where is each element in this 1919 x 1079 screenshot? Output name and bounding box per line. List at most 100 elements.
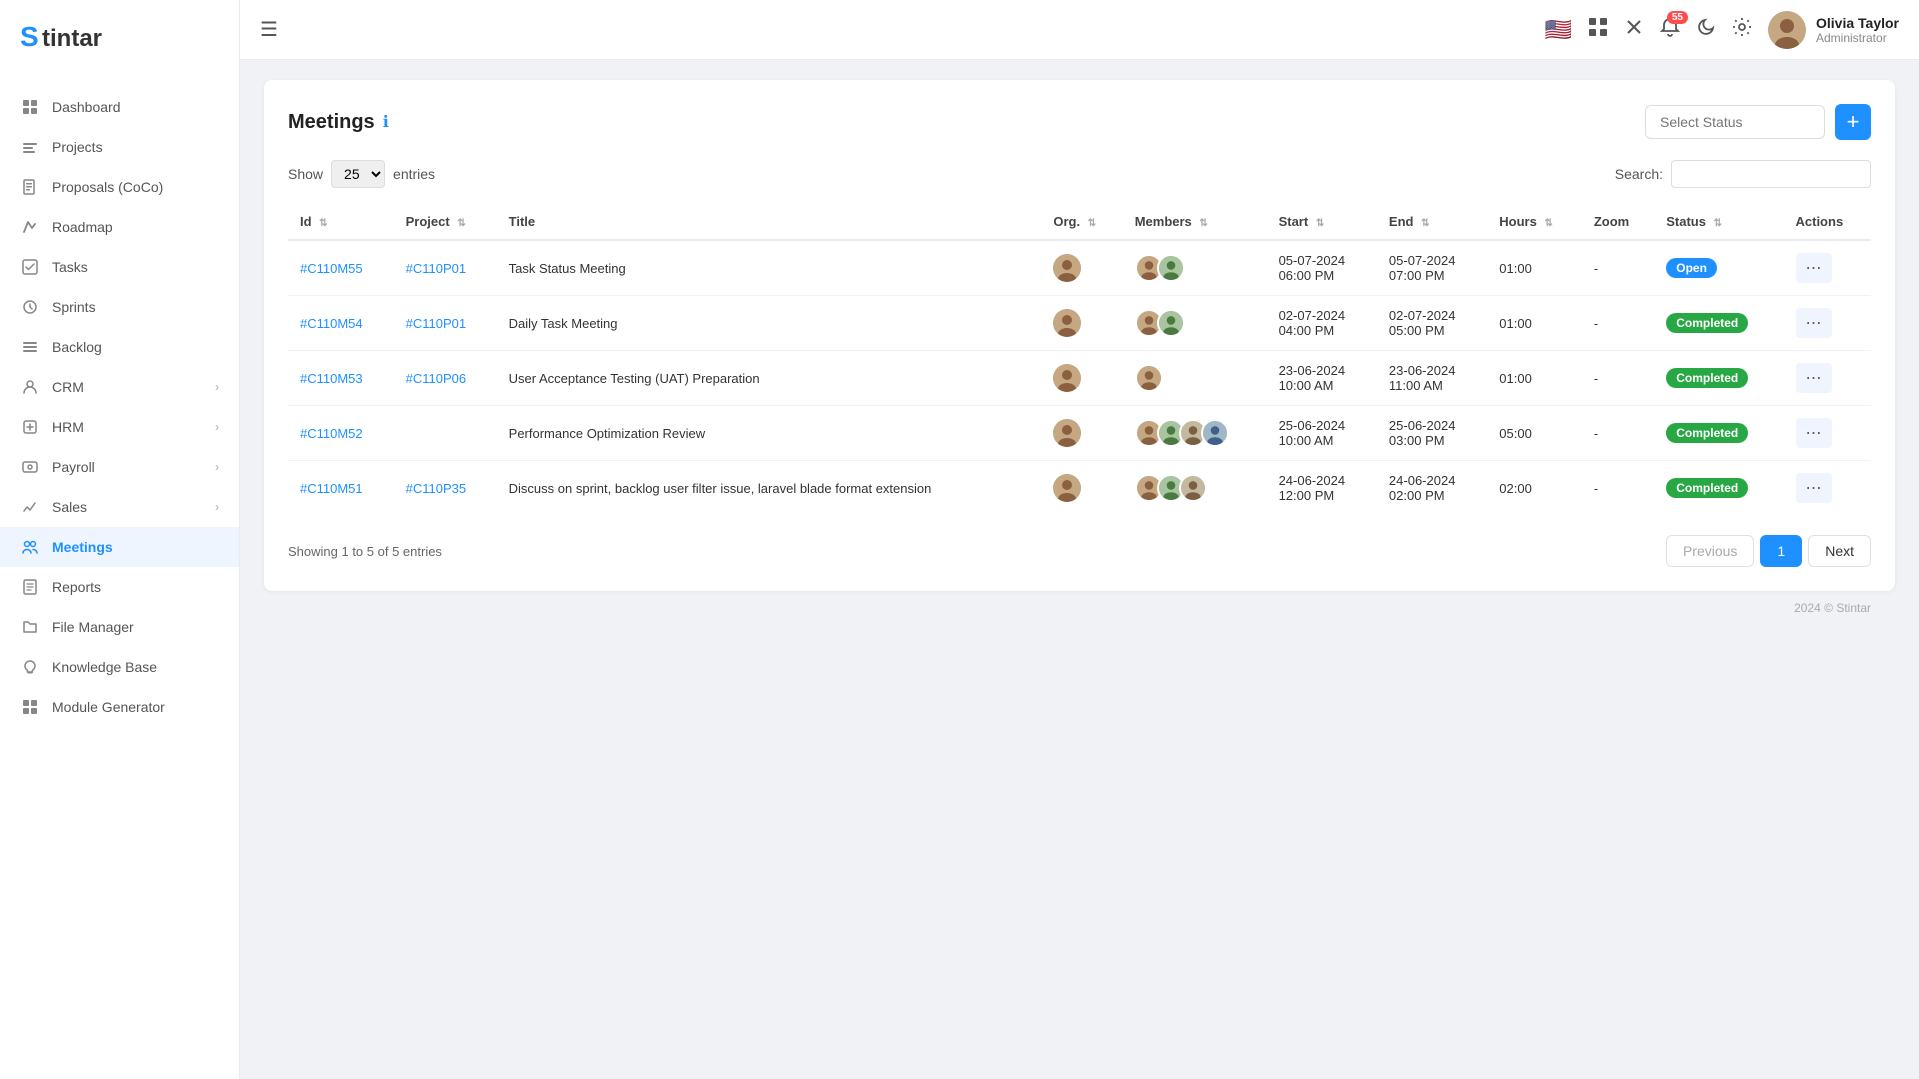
- sidebar-item-dashboard[interactable]: Dashboard: [0, 87, 239, 127]
- col-start[interactable]: Start ⇅: [1267, 204, 1377, 240]
- col-title: Title: [497, 204, 1042, 240]
- sidebar-item-knowledge-base[interactable]: Knowledge Base: [0, 647, 239, 687]
- meeting-id-link[interactable]: #C110M55: [300, 261, 363, 276]
- sidebar-item-file-manager[interactable]: File Manager: [0, 607, 239, 647]
- status-badge: Completed: [1654, 406, 1783, 461]
- project-link[interactable]: #C110P06: [406, 371, 466, 386]
- sidebar-item-hrm[interactable]: HRM ›: [0, 407, 239, 447]
- actions-cell: ⋯: [1784, 296, 1872, 351]
- table-row: #C110M51#C110P35Discuss on sprint, backl…: [288, 461, 1871, 516]
- meeting-id-link[interactable]: #C110M52: [300, 426, 363, 441]
- sidebar-item-roadmap[interactable]: Roadmap: [0, 207, 239, 247]
- project-link[interactable]: #C110P01: [406, 316, 466, 331]
- logo[interactable]: S tintar: [0, 0, 239, 79]
- actions-cell: ⋯: [1784, 461, 1872, 516]
- sidebar-item-projects[interactable]: Projects: [0, 127, 239, 167]
- actions-cell: ⋯: [1784, 240, 1872, 296]
- sidebar-item-label: Knowledge Base: [52, 659, 157, 675]
- chevron-right-icon: ›: [215, 500, 219, 514]
- status-badge: Completed: [1654, 461, 1783, 516]
- col-id[interactable]: Id ⇅: [288, 204, 394, 240]
- info-icon[interactable]: ℹ: [383, 112, 389, 132]
- sidebar-item-backlog[interactable]: Backlog: [0, 327, 239, 367]
- hours: 02:00: [1487, 461, 1582, 516]
- meeting-id-link[interactable]: #C110M53: [300, 371, 363, 386]
- row-action-button[interactable]: ⋯: [1796, 418, 1832, 448]
- sidebar: S tintar Dashboard Projects Proposals (C…: [0, 0, 240, 1079]
- search-input[interactable]: [1671, 160, 1871, 188]
- row-action-button[interactable]: ⋯: [1796, 308, 1832, 338]
- col-hours[interactable]: Hours ⇅: [1487, 204, 1582, 240]
- row-action-button[interactable]: ⋯: [1796, 363, 1832, 393]
- col-members[interactable]: Members ⇅: [1123, 204, 1267, 240]
- user-profile[interactable]: Olivia Taylor Administrator: [1768, 11, 1899, 49]
- row-action-button[interactable]: ⋯: [1796, 473, 1832, 503]
- actions-cell: ⋯: [1784, 351, 1872, 406]
- col-status[interactable]: Status ⇅: [1654, 204, 1783, 240]
- meetings-card: Meetings ℹ + Show 25 10 50 entrie: [264, 80, 1895, 591]
- sidebar-item-crm[interactable]: CRM ›: [0, 367, 239, 407]
- hours: 05:00: [1487, 406, 1582, 461]
- zoom: -: [1582, 461, 1654, 516]
- sidebar-item-label: CRM: [52, 379, 84, 395]
- meeting-title: Task Status Meeting: [497, 240, 1042, 296]
- sort-icon: ⇅: [457, 218, 465, 229]
- reports-icon: [20, 577, 40, 597]
- sidebar-item-module-generator[interactable]: Module Generator: [0, 687, 239, 727]
- settings-icon[interactable]: [1732, 17, 1752, 42]
- start-datetime: 02-07-202404:00 PM: [1267, 296, 1377, 351]
- actions-cell: ⋯: [1784, 406, 1872, 461]
- header-right: 🇺🇸 55 Olivia Taylor: [1545, 11, 1899, 49]
- main-content: ☰ 🇺🇸 55: [240, 0, 1919, 1079]
- sidebar-item-tasks[interactable]: Tasks: [0, 247, 239, 287]
- apps-icon[interactable]: [1588, 17, 1608, 42]
- user-name: Olivia Taylor: [1816, 15, 1899, 31]
- col-project[interactable]: Project ⇅: [394, 204, 497, 240]
- sidebar-item-sales[interactable]: Sales ›: [0, 487, 239, 527]
- hours: 01:00: [1487, 296, 1582, 351]
- entries-select[interactable]: 25 10 50: [331, 160, 385, 188]
- header-left: ☰: [260, 17, 278, 42]
- sidebar-item-reports[interactable]: Reports: [0, 567, 239, 607]
- col-end[interactable]: End ⇅: [1377, 204, 1487, 240]
- theme-toggle-icon[interactable]: [1696, 17, 1716, 42]
- meeting-id-link[interactable]: #C110M54: [300, 316, 363, 331]
- sort-icon: ⇅: [1316, 218, 1324, 229]
- sidebar-item-label: Proposals (CoCo): [52, 179, 163, 195]
- col-org[interactable]: Org. ⇅: [1041, 204, 1122, 240]
- page-content: Meetings ℹ + Show 25 10 50 entrie: [240, 60, 1919, 1079]
- sidebar-item-meetings[interactable]: Meetings: [0, 527, 239, 567]
- entries-label: entries: [393, 166, 435, 182]
- hrm-icon: [20, 417, 40, 437]
- notification-bell-icon[interactable]: 55: [1660, 17, 1680, 42]
- tasks-icon: [20, 257, 40, 277]
- status-select-input[interactable]: [1645, 105, 1825, 139]
- project-link[interactable]: #C110P01: [406, 261, 466, 276]
- zoom: -: [1582, 296, 1654, 351]
- member-avatars: [1123, 240, 1267, 296]
- next-button[interactable]: Next: [1808, 535, 1871, 567]
- avatar: [1768, 11, 1806, 49]
- svg-text:tintar: tintar: [42, 25, 102, 52]
- sidebar-item-proposals[interactable]: Proposals (CoCo): [0, 167, 239, 207]
- project-link[interactable]: #C110P35: [406, 481, 466, 496]
- language-flag[interactable]: 🇺🇸: [1545, 17, 1572, 43]
- sidebar-item-label: Projects: [52, 139, 103, 155]
- grid-icon[interactable]: [1624, 17, 1644, 42]
- previous-button[interactable]: Previous: [1666, 535, 1754, 567]
- page-1-button[interactable]: 1: [1760, 535, 1802, 567]
- sidebar-item-payroll[interactable]: Payroll ›: [0, 447, 239, 487]
- org-avatar: [1041, 240, 1122, 296]
- menu-toggle-button[interactable]: ☰: [260, 17, 278, 42]
- sidebar-item-label: Roadmap: [52, 219, 113, 235]
- meeting-id-link[interactable]: #C110M51: [300, 481, 363, 496]
- sidebar-item-sprints[interactable]: Sprints: [0, 287, 239, 327]
- sidebar-item-label: Sales: [52, 499, 87, 515]
- search-row: Search:: [1615, 160, 1871, 188]
- row-action-button[interactable]: ⋯: [1796, 253, 1832, 283]
- roadmap-icon: [20, 217, 40, 237]
- show-label: Show: [288, 166, 323, 182]
- add-meeting-button[interactable]: +: [1835, 104, 1871, 140]
- org-avatar: [1041, 406, 1122, 461]
- start-datetime: 25-06-202410:00 AM: [1267, 406, 1377, 461]
